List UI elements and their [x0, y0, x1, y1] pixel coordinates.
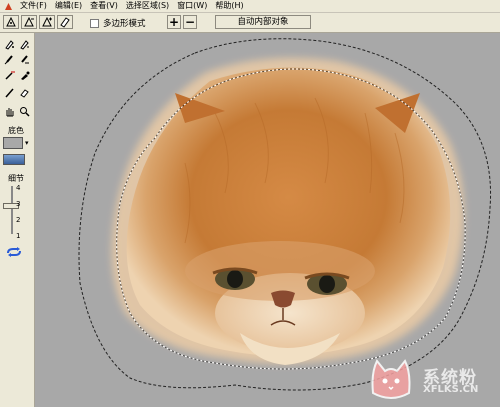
- zoom-icon[interactable]: [18, 105, 31, 118]
- brush-minus-icon[interactable]: [18, 53, 31, 66]
- polygon-mode-checkbox[interactable]: [90, 18, 99, 28]
- image-canvas[interactable]: 系统粉 XFLKS.CN: [35, 33, 500, 407]
- menu-edit[interactable]: 编辑(E): [51, 0, 86, 12]
- detail-slider-track[interactable]: [11, 186, 13, 234]
- refresh-icon[interactable]: [4, 246, 24, 258]
- menu-window[interactable]: 窗口(W): [173, 0, 211, 12]
- magic-wand-icon[interactable]: [3, 69, 16, 82]
- lasso-b-icon[interactable]: [21, 15, 37, 29]
- hand-icon[interactable]: [3, 105, 16, 118]
- auto-inner-object-button[interactable]: 自动内部对象: [215, 15, 311, 29]
- background-color-label: 底色: [8, 126, 24, 135]
- menu-select-area[interactable]: 选择区域(S): [122, 0, 173, 12]
- brush-plus-icon[interactable]: [3, 53, 16, 66]
- menu-view[interactable]: 查看(V): [86, 0, 122, 12]
- menu-bar: 文件(F) 编辑(E) 查看(V) 选择区域(S) 窗口(W) 帮助(H): [0, 0, 500, 13]
- pen-plus-icon[interactable]: [3, 38, 16, 51]
- eraser-icon[interactable]: [57, 15, 73, 29]
- tool-panel: 底色 ▾ 细节 4 3 2 1: [0, 33, 35, 407]
- dropper-icon[interactable]: [18, 69, 31, 82]
- cat-image: [78, 38, 492, 391]
- detail-label: 细节: [8, 174, 24, 183]
- menu-help[interactable]: 帮助(H): [211, 0, 247, 12]
- polygon-mode-toggle[interactable]: 多边形模式: [90, 17, 146, 29]
- watermark: 系统粉 XFLKS.CN: [363, 353, 497, 401]
- lasso-a-icon[interactable]: [3, 15, 19, 29]
- detail-tick-1: 1: [16, 232, 21, 240]
- background-color-swatch[interactable]: [3, 137, 23, 149]
- watermark-url: XFLKS.CN: [423, 384, 479, 395]
- detail-tick-2: 2: [16, 216, 21, 224]
- add-selection-button[interactable]: +: [167, 15, 181, 29]
- lasso-c-icon[interactable]: [39, 15, 55, 29]
- pencil-icon[interactable]: [3, 86, 16, 99]
- pen-minus-icon[interactable]: [18, 38, 31, 51]
- detail-tick-4: 4: [16, 184, 21, 192]
- subtract-selection-button[interactable]: −: [183, 15, 197, 29]
- preview-thumbnail[interactable]: [3, 154, 25, 165]
- detail-tick-3: 3: [16, 200, 21, 208]
- polygon-mode-label: 多边形模式: [103, 19, 146, 29]
- app-logo-icon: [3, 1, 13, 11]
- eraser-small-icon[interactable]: [18, 86, 31, 99]
- menu-file[interactable]: 文件(F): [16, 0, 51, 12]
- watermark-fox-logo: [371, 359, 411, 399]
- swatch-dropdown-icon[interactable]: ▾: [25, 139, 29, 147]
- toolbar: 多边形模式 + − 自动内部对象: [0, 13, 500, 33]
